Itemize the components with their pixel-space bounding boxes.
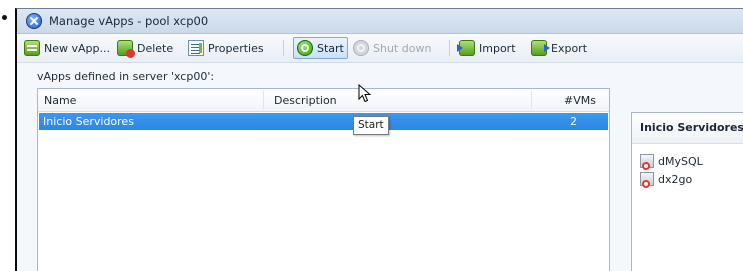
cell-vms: 2 [570, 115, 577, 128]
toolbar-separator [449, 40, 450, 56]
import-icon [457, 40, 475, 56]
table-row[interactable]: Inicio Servidores 2 [39, 113, 608, 130]
new-vapp-button[interactable]: New vApp... [21, 37, 113, 59]
export-label: Export [551, 41, 588, 55]
bullet-point [2, 15, 7, 20]
list-item[interactable]: dMySQL [640, 154, 703, 170]
export-button[interactable]: Export [528, 37, 590, 59]
mouse-pointer-icon [358, 84, 371, 103]
start-button[interactable]: Start [293, 37, 348, 59]
vapp-manager-icon [26, 13, 42, 29]
manage-vapps-window: Manage vApps - pool xcp00 New vApp... De… [15, 8, 743, 271]
start-icon [297, 40, 313, 56]
vapps-list[interactable]: Name Description #VMs Inicio Servidores … [37, 88, 610, 271]
vm-icon [640, 154, 654, 170]
vm-name: dx2go [658, 172, 693, 186]
vm-icon [640, 172, 654, 188]
column-header-description[interactable]: Description [274, 94, 337, 107]
export-icon [531, 40, 550, 56]
delete-icon [117, 40, 135, 58]
window-title: Manage vApps - pool xcp00 [49, 14, 209, 28]
toolbar: New vApp... Delete Properties Start Shut… [17, 34, 743, 63]
list-header: Name Description #VMs [38, 89, 609, 112]
properties-label: Properties [208, 41, 264, 55]
new-vapp-icon [24, 40, 40, 56]
new-vapp-label: New vApp... [44, 41, 110, 55]
import-label: Import [479, 41, 516, 55]
shutdown-label: Shut down [373, 41, 432, 55]
column-divider[interactable] [263, 91, 264, 109]
properties-icon [188, 40, 204, 56]
properties-button[interactable]: Properties [185, 37, 267, 59]
details-title: Inicio Servidores [632, 113, 743, 144]
cell-name: Inicio Servidores [43, 115, 134, 128]
start-label: Start [317, 41, 344, 55]
delete-label: Delete [137, 41, 174, 55]
vapp-details-panel: Inicio Servidores dMySQL dx2go [631, 112, 743, 271]
column-divider[interactable] [531, 91, 532, 109]
details-title-text: Inicio Servidores [640, 121, 743, 134]
import-button[interactable]: Import [456, 37, 519, 59]
clipped-caption [0, 0, 743, 8]
list-item[interactable]: dx2go [640, 172, 693, 188]
vm-name: dMySQL [658, 154, 703, 168]
shutdown-button[interactable]: Shut down [350, 37, 434, 59]
column-header-name[interactable]: Name [44, 94, 76, 107]
start-tooltip: Start [353, 116, 389, 135]
title-bar: Manage vApps - pool xcp00 [17, 9, 743, 34]
column-header-vms[interactable]: #VMs [564, 94, 596, 107]
section-label: vApps defined in server 'xcp00': [37, 70, 215, 83]
delete-button[interactable]: Delete [114, 37, 176, 59]
shutdown-icon [353, 40, 369, 56]
toolbar-separator [283, 40, 284, 56]
